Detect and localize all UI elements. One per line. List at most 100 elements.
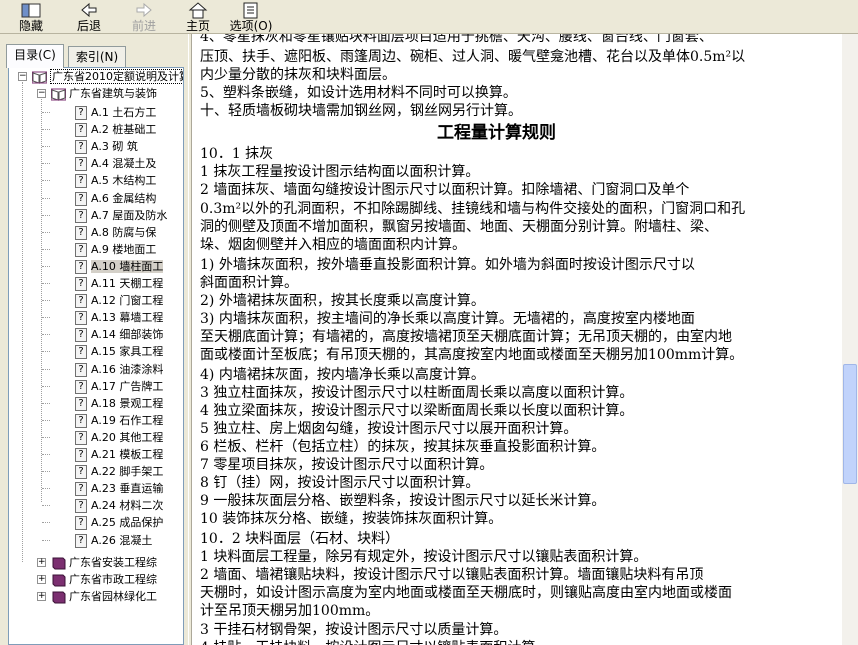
tree-item-label: A.24 材料二次 bbox=[91, 499, 164, 513]
tree-item[interactable]: ? A.8 防腐与保 bbox=[75, 224, 156, 241]
expand-toggle[interactable]: + bbox=[37, 592, 46, 601]
tree-item[interactable]: ? A.15 家具工程 bbox=[75, 343, 163, 360]
tree-node-municipal[interactable]: 广东省市政工程综 bbox=[51, 571, 157, 588]
hide-label: 隐藏 bbox=[18, 19, 43, 33]
tree-item-label: A.16 油漆涂料 bbox=[91, 362, 164, 376]
tree-item[interactable]: ? A.23 垂直运输 bbox=[75, 480, 163, 497]
tree-item[interactable]: ? A.26 混凝土 bbox=[75, 532, 152, 549]
tree-item-label: A.7 屋面及防水 bbox=[91, 208, 168, 222]
forward-button[interactable]: 前进 bbox=[127, 0, 161, 34]
expand-toggle[interactable]: + bbox=[37, 558, 46, 567]
content-line: 3 干挂石材钢骨架，按设计图示尺寸以质量计算。 bbox=[200, 622, 508, 638]
tree-node-install[interactable]: 广东省安装工程综 bbox=[51, 554, 157, 571]
back-label: 后退 bbox=[76, 19, 101, 33]
closed-book-icon bbox=[52, 574, 66, 586]
tree-item-label: A.9 楼地面工 bbox=[91, 242, 157, 256]
home-label: 主页 bbox=[185, 19, 210, 33]
expand-toggle[interactable]: + bbox=[37, 575, 46, 584]
tree-item[interactable]: ? A.1 土石方工 bbox=[75, 104, 156, 121]
home-icon bbox=[188, 2, 208, 19]
section-heading: 工程量计算规则 bbox=[437, 123, 556, 143]
tree-item[interactable]: ? A.7 屋面及防水 bbox=[75, 207, 167, 224]
tree-item[interactable]: ? A.20 其他工程 bbox=[75, 429, 163, 446]
tree-node-label: 广东省安装工程综 bbox=[69, 556, 157, 569]
tree-item[interactable]: ? A.13 幕墙工程 bbox=[75, 309, 163, 326]
tree-item[interactable]: ? A.25 成品保护 bbox=[75, 514, 163, 531]
content-line: 10．2 块料面层（石材、块料） bbox=[200, 531, 400, 547]
tree-item[interactable]: ? A.12 门窗工程 bbox=[75, 292, 163, 309]
content-line: 5、塑料条嵌缝，如设计选用材料不同时可以换算。 bbox=[200, 85, 517, 101]
content-line: 天棚时，如设计图示高度为室内地面或楼面至天棚底时，则镶贴高度由室内地面或楼面 bbox=[200, 585, 732, 601]
tree-item[interactable]: ? A.17 广告牌工 bbox=[75, 378, 163, 395]
help-page-icon: ? bbox=[75, 123, 87, 138]
help-page-icon: ? bbox=[75, 328, 87, 343]
tree-item[interactable]: ? A.2 桩基础工 bbox=[75, 121, 156, 138]
tree-item[interactable]: ? A.22 脚手架工 bbox=[75, 463, 163, 480]
content-line: 10 装饰抹灰分格、嵌缝，按装饰抹灰面积计算。 bbox=[200, 511, 503, 527]
collapse-toggle[interactable]: − bbox=[37, 89, 46, 98]
scrollbar-thumb[interactable] bbox=[843, 364, 857, 484]
help-page-icon: ? bbox=[75, 106, 87, 120]
help-page-icon: ? bbox=[75, 379, 87, 394]
help-page-icon: ? bbox=[75, 311, 87, 326]
options-button[interactable]: 选项(O) bbox=[228, 0, 274, 34]
collapse-toggle[interactable]: − bbox=[18, 72, 27, 81]
content-line: 4 独立梁面抹灰，按设计图示尺寸以梁断面周长乘以长度以面积计算。 bbox=[200, 403, 634, 419]
tree-item[interactable]: ? A.3 砌 筑 bbox=[75, 138, 138, 155]
content-line: 4 挂贴、干挂块料，按设计图示尺寸以镶贴表面积计算。 bbox=[200, 639, 549, 645]
tab-index[interactable]: 索引(N) bbox=[68, 46, 126, 68]
options-label: 选项(O) bbox=[229, 19, 273, 33]
contents-tree[interactable]: − 广东省2010定额说明及计算规则 − 广东省建筑与装饰 ? A.1 土石方工?… bbox=[8, 67, 184, 645]
tab-contents[interactable]: 目录(C) bbox=[6, 44, 64, 68]
content-line: 面或楼面计至板底；有吊顶天棚的，其高度按室内地面或楼面至天棚另加100mm计算。 bbox=[200, 347, 744, 363]
open-book-icon bbox=[51, 88, 66, 101]
content-line: 垛、烟囱侧壁并入相应的墙面面积内计算。 bbox=[200, 237, 466, 253]
tree-item[interactable]: ? A.21 模板工程 bbox=[75, 446, 163, 463]
tree-item-label: A.13 幕墙工程 bbox=[91, 311, 164, 325]
tree-item-label: A.12 门窗工程 bbox=[91, 294, 164, 308]
closed-book-icon bbox=[52, 557, 66, 569]
tree-item-label: A.26 混凝土 bbox=[91, 533, 153, 547]
tree-node-landscape[interactable]: 广东省园林绿化工 bbox=[51, 588, 157, 605]
tree-item[interactable]: ? A.24 材料二次 bbox=[75, 497, 163, 514]
closed-book-icon bbox=[52, 591, 66, 603]
tree-item[interactable]: ? A.19 石作工程 bbox=[75, 412, 163, 429]
tree-item[interactable]: ? A.6 金属结构 bbox=[75, 190, 156, 207]
tree-node-building[interactable]: 广东省建筑与装饰 bbox=[51, 85, 157, 102]
tree-item[interactable]: ? A.11 天棚工程 bbox=[75, 275, 163, 292]
tree-item-label: A.19 石作工程 bbox=[91, 413, 164, 427]
tree-item[interactable]: ? A.4 混凝土及 bbox=[75, 155, 156, 172]
tree-item[interactable]: ? A.10 墙柱面工 bbox=[75, 258, 164, 275]
content-line: 10．1 抹灰 bbox=[200, 146, 274, 162]
content-line: 4) 内墙裙抹灰面，按内墙净长乘以高度计算。 bbox=[200, 367, 485, 383]
tree-item[interactable]: ? A.14 细部装饰 bbox=[75, 326, 163, 343]
home-button[interactable]: 主页 bbox=[183, 0, 213, 34]
help-page-icon: ? bbox=[75, 242, 87, 257]
tree-item[interactable]: ? A.18 景观工程 bbox=[75, 395, 163, 412]
tree-node-label: 广东省市政工程综 bbox=[69, 573, 157, 586]
content-line: 2) 外墙裙抹灰面积，按其长度乘以高度计算。 bbox=[200, 293, 485, 309]
tree-item[interactable]: ? A.5 木结构工 bbox=[75, 172, 156, 189]
tree-root[interactable]: 广东省2010定额说明及计算规则 bbox=[32, 68, 183, 85]
tree-item-label: A.15 家具工程 bbox=[91, 345, 164, 359]
help-page-icon: ? bbox=[75, 499, 87, 514]
tree-item-label: A.14 细部装饰 bbox=[91, 328, 164, 342]
tree-item[interactable]: ? A.9 楼地面工 bbox=[75, 241, 156, 258]
navigation-pane: 目录(C) 索引(N) − 广东省2010定额说明及计算规则 − 广东省建筑与装… bbox=[0, 36, 188, 645]
help-page-icon: ? bbox=[75, 465, 87, 480]
help-page-icon: ? bbox=[75, 413, 87, 428]
vertical-scrollbar[interactable] bbox=[842, 34, 858, 645]
hide-button[interactable]: 隐藏 bbox=[14, 0, 48, 34]
tree-item-label: A.20 其他工程 bbox=[91, 430, 164, 444]
help-page-icon: ? bbox=[75, 294, 87, 309]
content-line: 7 零星项目抹灰，按设计图示尺寸以面积计算。 bbox=[200, 457, 494, 473]
tree-item-label: A.6 金属结构 bbox=[91, 191, 157, 205]
back-button[interactable]: 后退 bbox=[72, 0, 106, 34]
tree-node-label: 广东省园林绿化工 bbox=[69, 590, 157, 603]
tree-item[interactable]: ? A.16 油漆涂料 bbox=[75, 361, 163, 378]
content-line: 0.3m²以外的孔洞面积，不扣除踢脚线、挂镜线和墙与构件交接处的面积，门窗洞口和… bbox=[200, 201, 746, 217]
content-line: 洞的侧壁及顶面不增加面积，飘窗另按墙面、地面、天棚面分别计算。附墙柱、梁、 bbox=[200, 219, 718, 235]
tree-item-label: A.25 成品保护 bbox=[91, 516, 164, 530]
tree-item-label: A.18 景观工程 bbox=[91, 396, 164, 410]
content-line: 2 墙面抹灰、墙面勾缝按设计图示尺寸以面积计算。扣除墙裙、门窗洞口及单个 bbox=[200, 182, 690, 198]
